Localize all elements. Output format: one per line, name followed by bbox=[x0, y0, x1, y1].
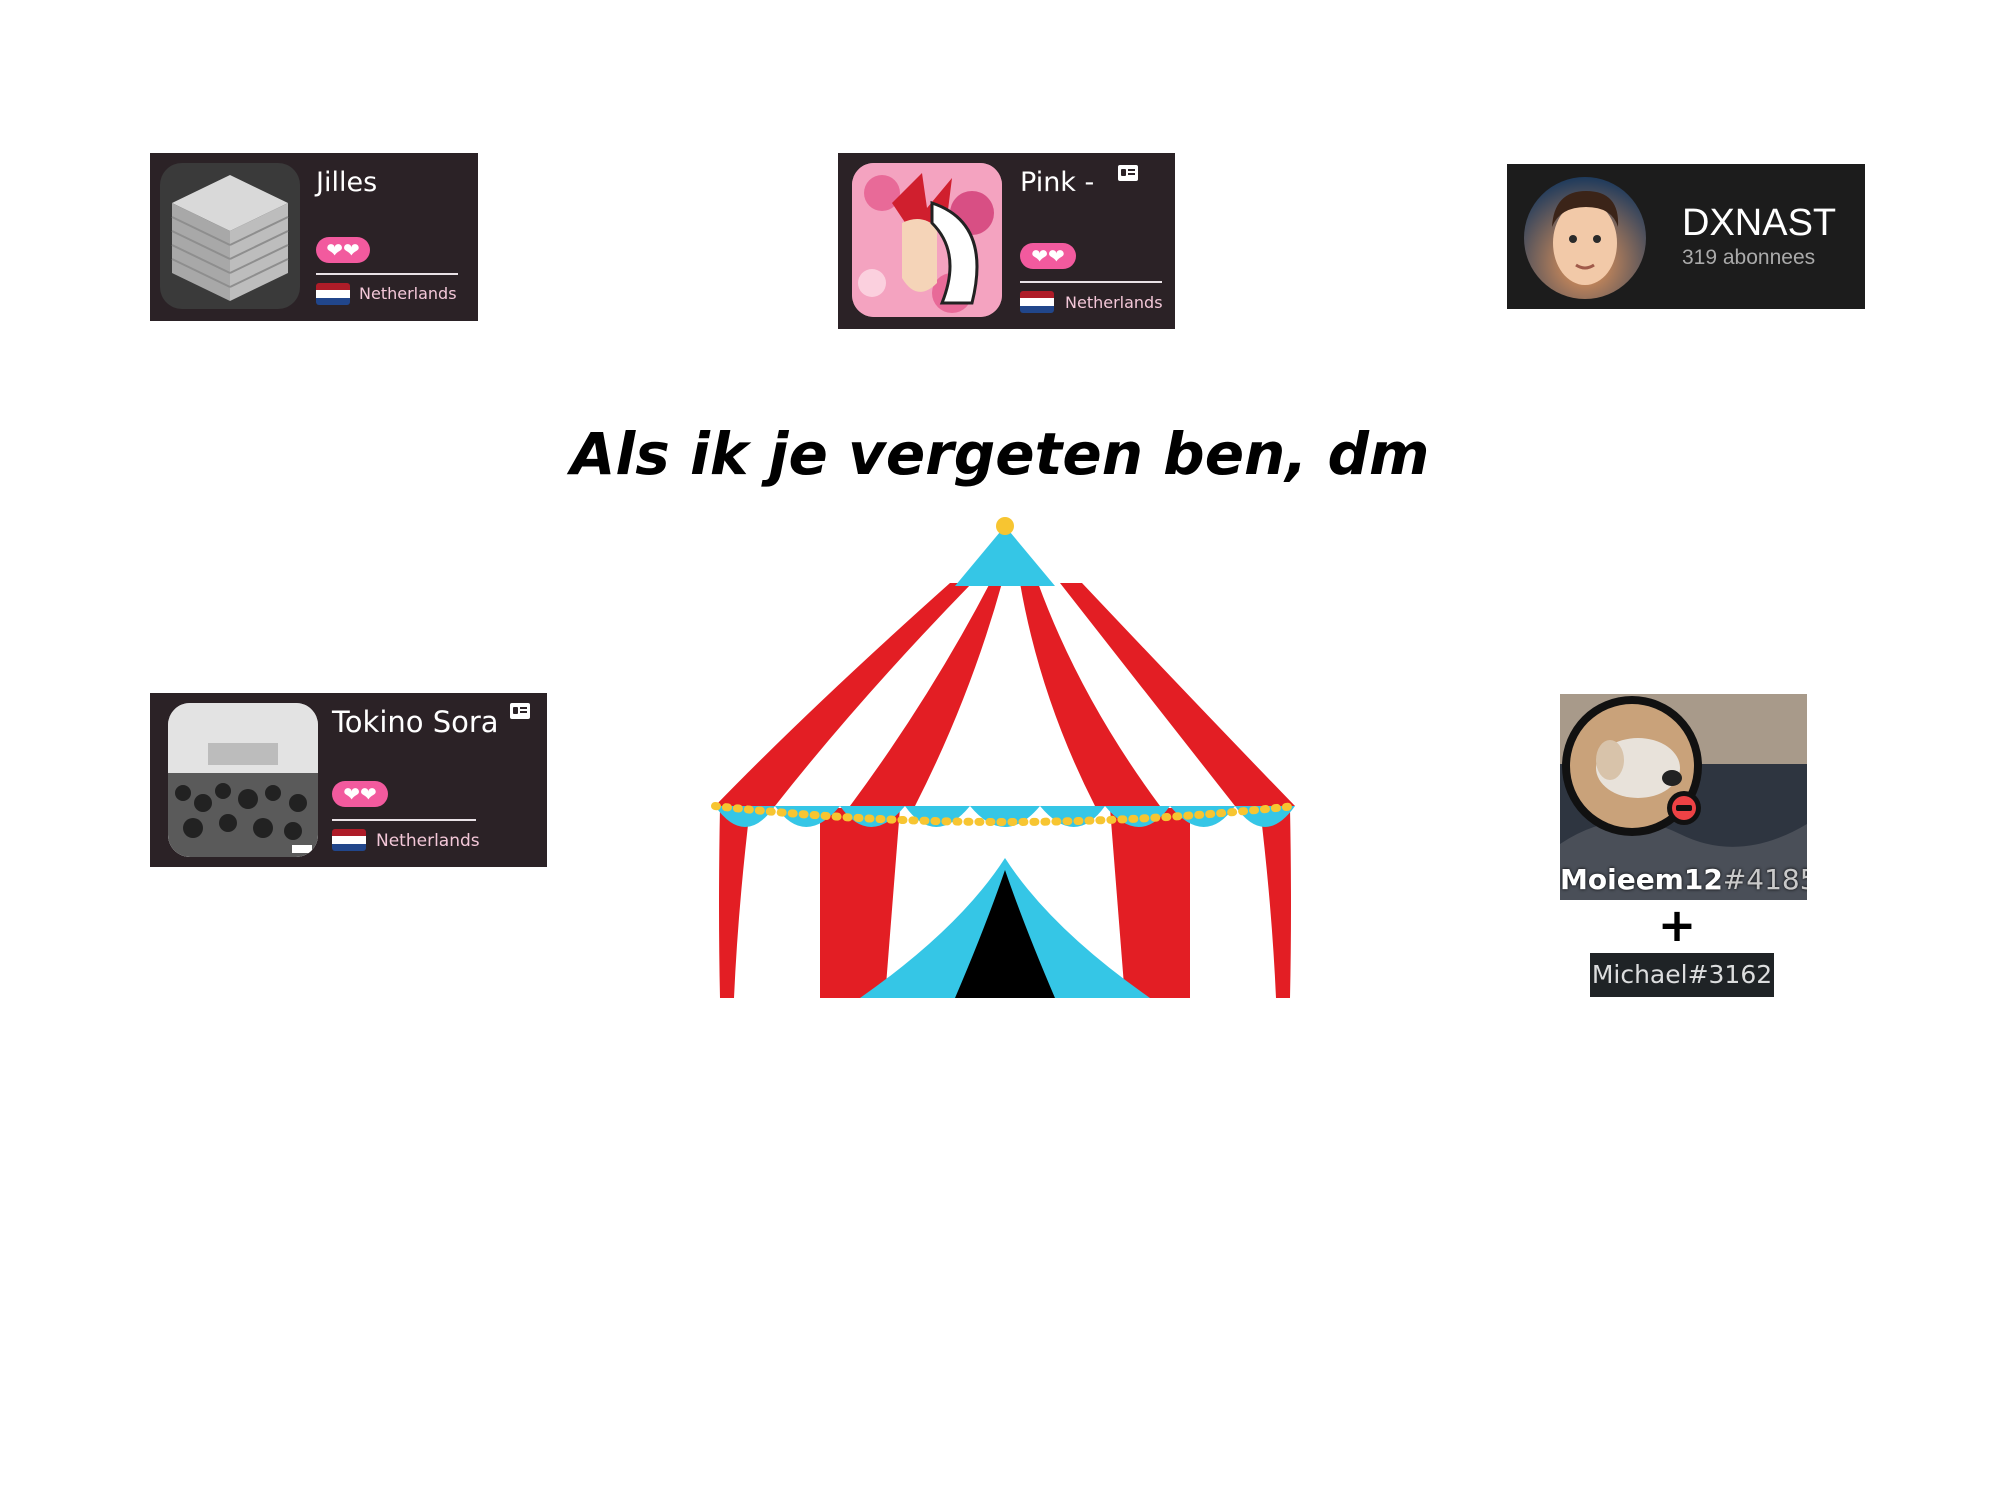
avatar bbox=[160, 163, 300, 309]
profile-card-tokino-sora[interactable]: Tokino Sora ❤❤ Netherlands bbox=[150, 693, 547, 867]
country-label: Netherlands bbox=[1065, 293, 1163, 312]
discord-profile-card[interactable]: Moieem12#4185 bbox=[1560, 694, 1807, 900]
page-title: Als ik je vergeten ben, dm bbox=[570, 420, 1430, 488]
subscriber-count: 319 abonnees bbox=[1682, 246, 1816, 269]
country-label: Netherlands bbox=[359, 284, 457, 303]
profile-card-pink[interactable]: Pink - ❤❤ Netherlands bbox=[838, 153, 1175, 329]
divider bbox=[316, 273, 458, 275]
profile-card-jilles[interactable]: Jilles ❤❤ Netherlands bbox=[150, 153, 478, 321]
hearts-badge: ❤❤ bbox=[1020, 243, 1076, 269]
username: Tokino Sora bbox=[332, 705, 499, 739]
extra-username-label: Michael#3162 bbox=[1590, 953, 1774, 997]
id-card-icon bbox=[510, 703, 530, 719]
anime-character-icon bbox=[852, 163, 1002, 317]
username: Jilles bbox=[316, 167, 378, 198]
do-not-disturb-icon bbox=[1667, 791, 1701, 825]
id-card-icon bbox=[1118, 165, 1138, 181]
hearts-badge: ❤❤ bbox=[332, 781, 388, 807]
divider bbox=[332, 819, 476, 821]
avatar bbox=[1524, 177, 1646, 299]
divider bbox=[1020, 281, 1162, 283]
avatar bbox=[168, 703, 318, 857]
channel-name: DXNAST bbox=[1682, 202, 1837, 244]
plus-sign: + bbox=[1657, 898, 1697, 952]
username: Pink - bbox=[1020, 167, 1095, 198]
hearts-badge: ❤❤ bbox=[316, 237, 370, 263]
netherlands-flag-icon bbox=[1020, 291, 1054, 313]
face-avatar-icon bbox=[1524, 177, 1646, 299]
netherlands-flag-icon bbox=[316, 283, 350, 305]
album-cover-icon bbox=[168, 703, 318, 857]
iron-block-icon bbox=[171, 175, 289, 301]
youtube-channel-card[interactable]: DXNAST 319 abonnees bbox=[1507, 164, 1865, 309]
avatar bbox=[852, 163, 1002, 317]
country-label: Netherlands bbox=[376, 831, 480, 851]
discord-username: Moieem12#4185 bbox=[1560, 863, 1807, 896]
netherlands-flag-icon bbox=[332, 829, 366, 851]
circus-tent-icon bbox=[711, 517, 1299, 998]
